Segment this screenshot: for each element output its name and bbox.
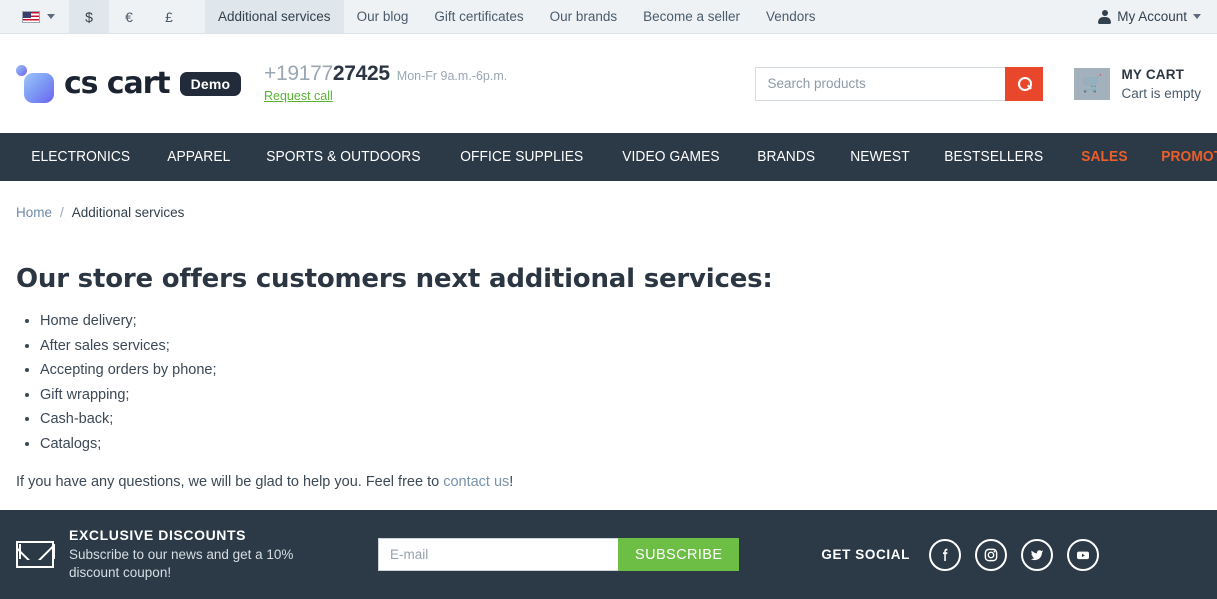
currency-usd[interactable]: $ [69, 0, 109, 33]
chevron-down-icon [1193, 14, 1201, 19]
breadcrumb: Home / Additional services [16, 181, 1201, 220]
youtube-icon[interactable] [1066, 538, 1099, 571]
currency-eur[interactable]: € [109, 0, 149, 33]
nav-item-sports-outdoors[interactable]: SPORTS & OUTDOORS [251, 149, 436, 165]
cart-text: MY CART Cart is empty [1121, 67, 1201, 101]
currency-gbp[interactable]: £ [149, 0, 189, 33]
request-call-link[interactable]: Request call [264, 89, 333, 103]
twitter-icon[interactable] [1020, 538, 1053, 571]
email-field[interactable] [378, 538, 618, 571]
nav-item-video-games[interactable]: VIDEO GAMES [607, 149, 735, 165]
contact-us-link[interactable]: contact us [443, 474, 509, 490]
breadcrumb-separator: / [60, 205, 64, 220]
chevron-down-icon [47, 14, 55, 19]
subscribe-form: SUBSCRIBE [378, 538, 740, 571]
nav-item-bestsellers[interactable]: BESTSELLERS [929, 149, 1058, 165]
search-box [755, 66, 1044, 101]
account-area: My Account [1098, 0, 1217, 33]
topbar-link-additional-services[interactable]: Additional services [205, 0, 344, 33]
help-tail: ! [509, 474, 514, 490]
topbar-link-our-brands[interactable]: Our brands [537, 0, 631, 33]
newsletter-block: EXCLUSIVE DISCOUNTS Subscribe to our new… [16, 527, 361, 582]
topbar-link-become-a-seller[interactable]: Become a seller [630, 0, 753, 33]
site-footer: EXCLUSIVE DISCOUNTS Subscribe to our new… [0, 510, 1217, 599]
nav-item-newest[interactable]: NEWEST [835, 149, 925, 165]
shopping-cart-icon: 🛒 [1081, 74, 1104, 93]
my-account-button[interactable]: My Account [1098, 9, 1201, 24]
search-button[interactable] [1005, 66, 1044, 101]
phone-block: +1917727425 Mon-Fr 9a.m.-6p.m. Request c… [264, 62, 507, 105]
breadcrumb-current: Additional services [71, 205, 185, 220]
services-list: Home delivery; After sales services; Acc… [16, 314, 1201, 461]
currency-switcher[interactable]: $ € £ [69, 0, 189, 33]
help-paragraph: If you have any questions, we will be gl… [16, 474, 1201, 490]
nav-item-brands[interactable]: BRANDS [742, 149, 830, 165]
help-text: If you have any questions, we will be gl… [16, 474, 444, 490]
logo-link[interactable]: cs cart Demo [16, 64, 248, 103]
list-item: Accepting orders by phone; [40, 363, 1201, 388]
list-item: After sales services; [40, 338, 1201, 364]
nav-item-apparel[interactable]: APPAREL [152, 149, 246, 165]
topbar: $ € £ Additional services Our blog Gift … [0, 0, 1217, 34]
search-input[interactable] [755, 66, 1006, 101]
cs-cart-logo-icon [16, 64, 54, 103]
phone-number: +1917727425 [264, 62, 390, 86]
phone-hours: Mon-Fr 9a.m.-6p.m. [396, 69, 508, 83]
search-area: 🛒 MY CART Cart is empty [755, 66, 1201, 101]
demo-badge: Demo [179, 71, 242, 96]
cart-widget[interactable]: 🛒 MY CART Cart is empty [1074, 67, 1201, 101]
topbar-links: Additional services Our blog Gift certif… [205, 0, 829, 33]
search-icon [1017, 77, 1032, 91]
breadcrumb-home[interactable]: Home [16, 205, 52, 220]
social-block: GET SOCIAL [821, 538, 1099, 571]
newsletter-title: EXCLUSIVE DISCOUNTS [69, 526, 247, 543]
envelope-icon [16, 541, 54, 568]
nav-item-office-supplies[interactable]: OFFICE SUPPLIES [445, 149, 599, 165]
phone-prefix: +19177 [264, 62, 333, 85]
page-content: Home / Additional services Our store off… [0, 181, 1217, 490]
nav-item-sales[interactable]: SALES [1066, 149, 1143, 165]
get-social-label: GET SOCIAL [821, 547, 910, 562]
list-item: Cash-back; [40, 412, 1201, 437]
language-switcher[interactable] [0, 0, 69, 33]
topbar-link-gift-certificates[interactable]: Gift certificates [421, 0, 536, 33]
cart-title: MY CART [1121, 66, 1185, 82]
phone-line: +1917727425 Mon-Fr 9a.m.-6p.m. [264, 62, 507, 86]
us-flag-icon [22, 10, 40, 23]
nav-item-electronics[interactable]: ELECTRONICS [16, 149, 145, 165]
my-account-label: My Account [1117, 9, 1187, 24]
cart-icon-box: 🛒 [1074, 67, 1111, 100]
topbar-link-vendors[interactable]: Vendors [753, 0, 829, 33]
list-item: Gift wrapping; [40, 387, 1201, 413]
site-header: cs cart Demo +1917727425 Mon-Fr 9a.m.-6p… [0, 34, 1217, 133]
list-item: Catalogs; [40, 436, 1201, 462]
nav-item-promotions[interactable]: PROMOTIONS [1146, 149, 1217, 165]
subscribe-button[interactable]: SUBSCRIBE [618, 538, 740, 571]
list-item: Home delivery; [40, 314, 1201, 339]
person-icon [1098, 9, 1112, 24]
newsletter-subtitle: Subscribe to our news and get a 10% disc… [69, 546, 294, 580]
logo-text: cs cart [64, 66, 171, 101]
instagram-icon[interactable] [974, 538, 1007, 571]
topbar-link-our-blog[interactable]: Our blog [344, 0, 422, 33]
cart-status: Cart is empty [1121, 85, 1201, 101]
newsletter-text: EXCLUSIVE DISCOUNTS Subscribe to our new… [69, 527, 319, 582]
phone-suffix: 27425 [332, 62, 390, 85]
facebook-icon[interactable] [928, 538, 961, 571]
main-navigation: ELECTRONICS APPAREL SPORTS & OUTDOORS OF… [0, 133, 1217, 181]
page-title: Our store offers customers next addition… [16, 264, 773, 294]
